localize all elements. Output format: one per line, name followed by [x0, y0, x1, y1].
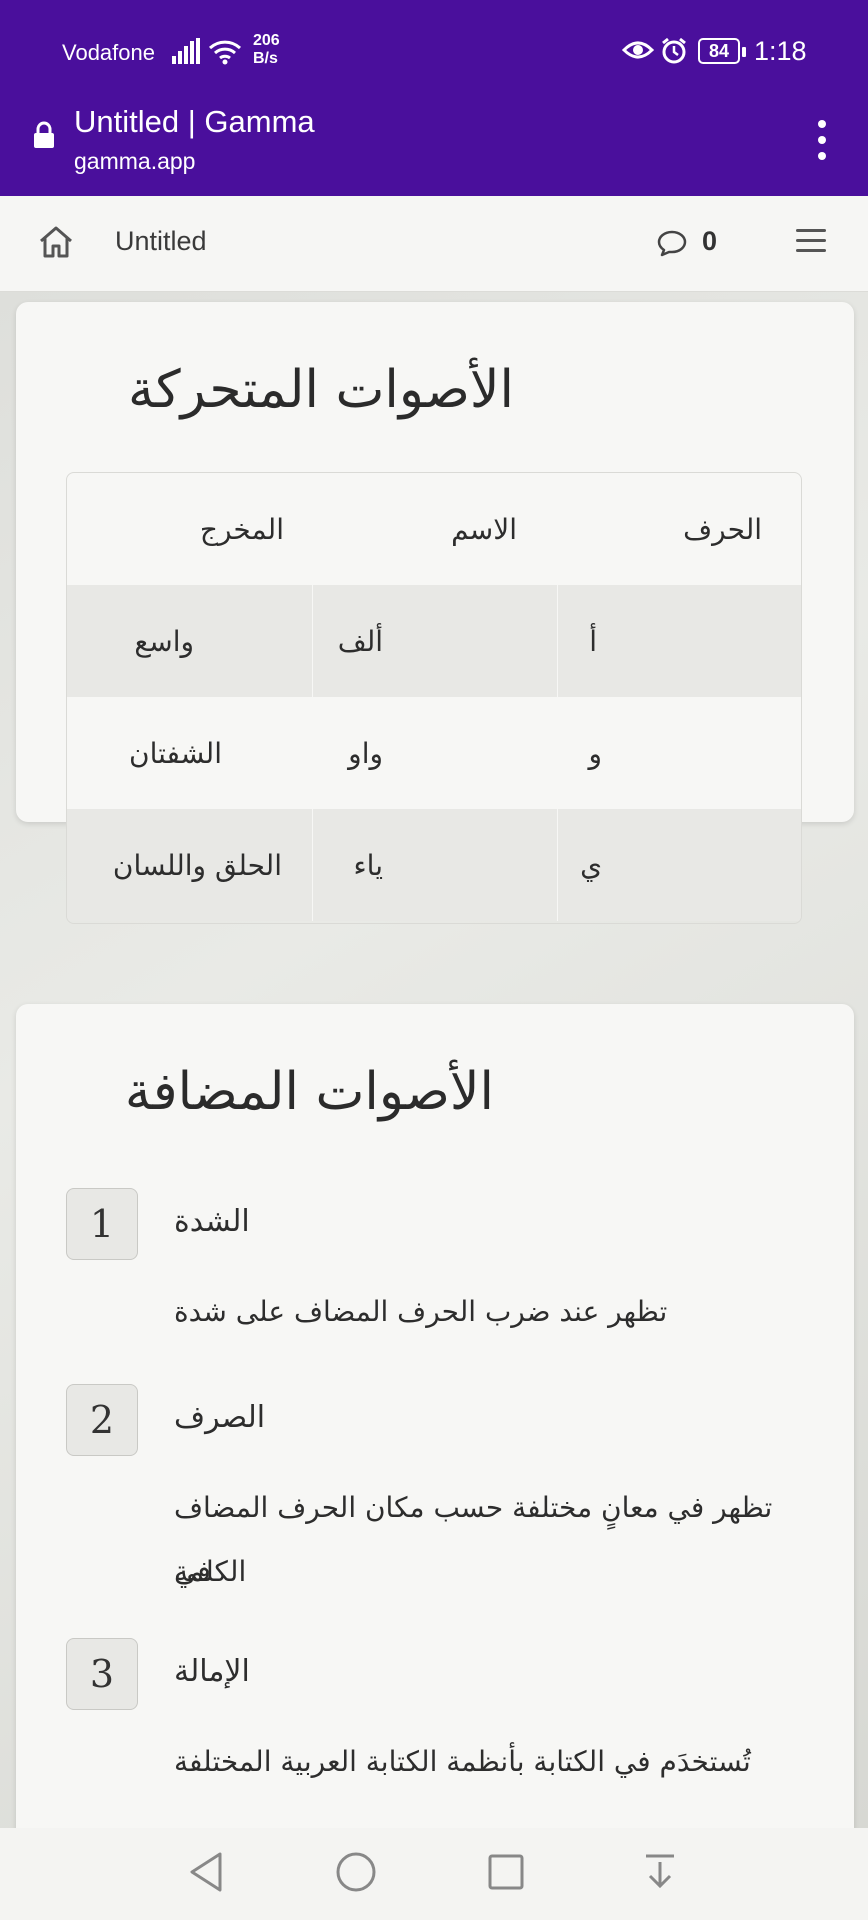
- item-description-line: الكلمة: [174, 1555, 247, 1588]
- wifi-icon: [208, 40, 242, 65]
- table-header-cell: المخرج: [199, 513, 284, 546]
- page-url[interactable]: gamma.app: [74, 148, 195, 175]
- table-cell: ي: [557, 809, 801, 921]
- lock-icon: [34, 121, 54, 148]
- card-vowel-sounds: الأصوات المتحركة المخرج الاسم الحرف واسع…: [16, 302, 854, 924]
- table-row: الشفتان واو و: [67, 697, 801, 809]
- table-cell: الحلق واللسان: [112, 849, 282, 882]
- page-title[interactable]: Untitled | Gamma: [74, 104, 315, 140]
- table-cell: ألف: [312, 585, 557, 697]
- network-speed: 206 B/s: [253, 32, 280, 68]
- number-badge: 2: [66, 1384, 138, 1456]
- alarm-icon: [662, 37, 686, 64]
- content-area: الأصوات المتحركة المخرج الاسم الحرف واسع…: [0, 292, 868, 1828]
- item-title: الشدة: [174, 1204, 250, 1239]
- table-cell: ياء: [312, 809, 557, 921]
- comment-icon[interactable]: [656, 228, 688, 258]
- system-nav-bar: [0, 1828, 868, 1920]
- table-header-cell: الاسم: [312, 473, 557, 585]
- home-icon[interactable]: [36, 222, 76, 262]
- number-badge: 3: [66, 1638, 138, 1710]
- table-cell: أ: [557, 585, 801, 697]
- table-row: الحلق واللسان ياء ي: [67, 809, 801, 921]
- back-icon[interactable]: [186, 1850, 226, 1894]
- item-description: تظهر عند ضرب الحرف المضاف على شدة: [174, 1295, 668, 1328]
- item-title: الصرف: [174, 1400, 266, 1435]
- number-badge: 1: [66, 1188, 138, 1260]
- table-cell: واو: [312, 697, 557, 809]
- clock: 1:18: [754, 36, 807, 66]
- recents-icon[interactable]: [486, 1850, 526, 1894]
- status-bar: Vodafone 206 B/s 84 1:18: [0, 0, 868, 98]
- card-heading: الأصوات المتحركة: [128, 360, 514, 420]
- card-added-sounds: الأصوات المضافة 1 الشدة تظهر عند ضرب الح…: [16, 1004, 854, 1828]
- more-vert-icon[interactable]: [812, 120, 832, 160]
- signal-icon: [172, 38, 200, 64]
- card-heading: الأصوات المضافة: [124, 1062, 494, 1122]
- table-cell: و: [557, 697, 801, 809]
- browser-bar: Untitled | Gamma gamma.app: [0, 98, 868, 196]
- table-row: واسع ألف أ: [67, 585, 801, 697]
- eye-icon: [622, 41, 654, 59]
- table-cell: واسع: [134, 625, 194, 658]
- item-title: الإمالة: [174, 1654, 250, 1689]
- table-header-row: المخرج الاسم الحرف: [67, 473, 801, 585]
- item-description: تُستخدَم في الكتابة بأنظمة الكتابة العرب…: [174, 1745, 751, 1778]
- notification-pull-icon[interactable]: [640, 1850, 680, 1894]
- sounds-table: المخرج الاسم الحرف واسع ألف أ الشفتان وا…: [66, 472, 802, 924]
- carrier-name: Vodafone: [62, 40, 155, 65]
- hamburger-menu-icon[interactable]: [796, 229, 826, 253]
- table-cell: الشفتان: [129, 737, 222, 770]
- comment-count[interactable]: 0: [702, 226, 717, 257]
- network-speed-unit: B/s: [253, 50, 278, 67]
- document-title[interactable]: Untitled: [115, 226, 207, 257]
- app-toolbar: Untitled 0: [0, 196, 868, 292]
- home-nav-icon[interactable]: [334, 1850, 378, 1894]
- network-speed-value: 206: [253, 32, 280, 49]
- table-header-cell: الحرف: [557, 473, 801, 585]
- battery-indicator: 84: [698, 38, 746, 64]
